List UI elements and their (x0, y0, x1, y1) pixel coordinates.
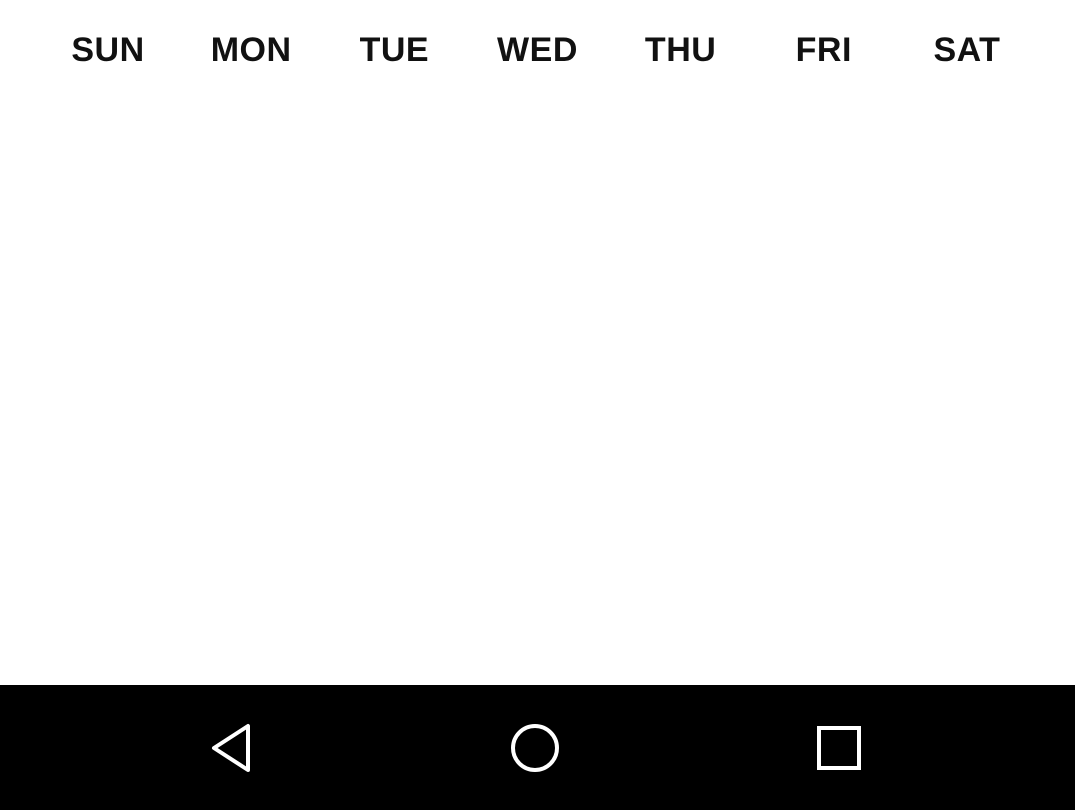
calendar-screen: SUN MON TUE WED THU FRI SAT (0, 0, 1075, 810)
triangle-back-icon (212, 723, 250, 772)
weekday-tue: TUE (359, 30, 430, 69)
weekday-wed: WED (497, 30, 578, 69)
circle-home-icon (511, 723, 559, 772)
weekday-fri: FRI (795, 30, 852, 69)
square-recents-icon (817, 725, 861, 770)
recents-button[interactable] (779, 685, 899, 810)
weekday-header: SUN MON TUE WED THU FRI SAT (0, 0, 1075, 100)
weekday-sat: SAT (933, 30, 1001, 69)
weekday-sun: SUN (71, 30, 145, 69)
calendar-grid-area (0, 100, 1075, 685)
back-button[interactable] (172, 685, 292, 810)
weekday-thu: THU (644, 30, 717, 69)
system-navigation-bar (0, 685, 1075, 810)
home-button[interactable] (475, 685, 595, 810)
weekday-mon: MON (210, 30, 292, 69)
